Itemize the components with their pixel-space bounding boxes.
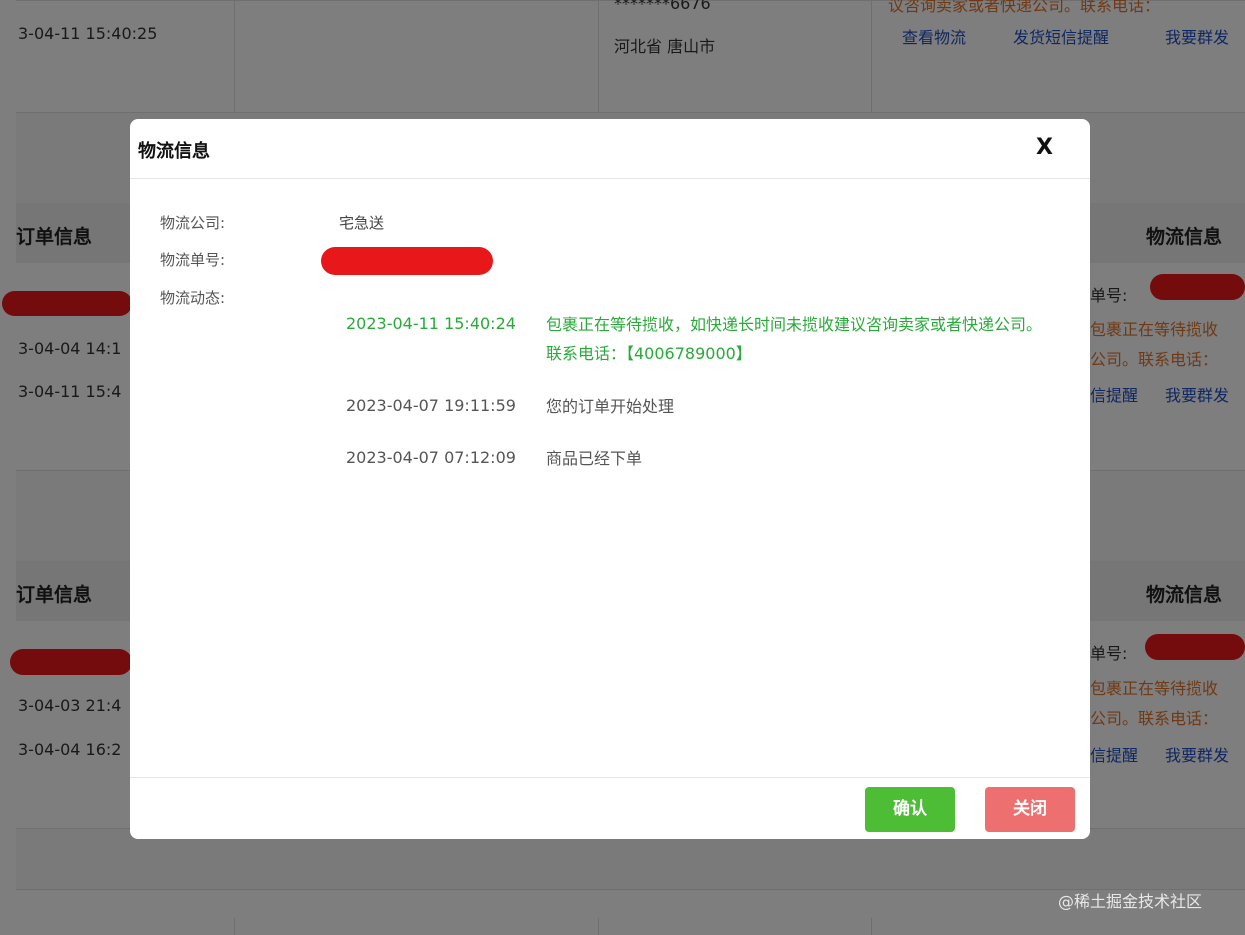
close-icon[interactable]: X	[1036, 135, 1053, 160]
divider	[130, 178, 1090, 179]
divider	[130, 777, 1090, 778]
event-description: 商品已经下单	[546, 449, 643, 468]
event-description: 包裹正在等待揽收，如快递长时间未揽收建议咨询卖家或者快递公司。联系电话：【400…	[546, 315, 1043, 363]
close-button[interactable]: 关闭	[985, 787, 1075, 832]
modal-title: 物流信息	[138, 141, 210, 162]
confirm-button[interactable]: 确认	[865, 787, 955, 832]
watermark: @稀土掘金技术社区	[1058, 892, 1203, 911]
event-time: 2023-04-07 07:12:09	[346, 448, 516, 467]
dynamics-label: 物流动态:	[160, 289, 226, 307]
company-value: 宅急送	[339, 214, 385, 232]
tracking-number-label: 物流单号:	[160, 251, 226, 269]
event-time: 2023-04-11 15:40:24	[346, 314, 516, 333]
event-time: 2023-04-07 19:11:59	[346, 396, 516, 415]
company-label: 物流公司:	[160, 214, 226, 232]
redacted-tracking-number	[321, 247, 493, 275]
event-description: 您的订单开始处理	[546, 397, 675, 416]
logistics-modal: 物流信息 X 物流公司: 宅急送 物流单号: 物流动态: 2023-04-11 …	[130, 119, 1090, 839]
